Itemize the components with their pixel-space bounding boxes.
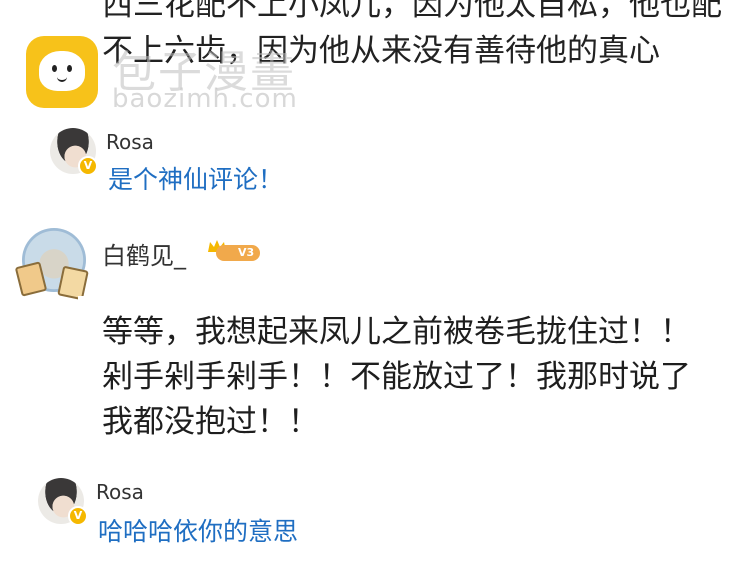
watermark-logo [26,36,98,108]
reply-user-name[interactable]: Rosa [96,480,144,504]
reply-text: 哈哈哈依你的意思 [98,517,299,546]
verified-badge: V [78,156,98,176]
reply-user-name[interactable]: Rosa [106,130,154,154]
level-badge: V3 [216,245,261,261]
bun-icon [39,51,85,91]
reply-text: 是个神仙评论！ [108,165,284,194]
verified-badge: V [68,506,88,526]
watermark-url: baozimh.com [112,84,298,114]
comment-text: 等等，我想起来凤儿之前被卷毛拢住过！！剁手剁手剁手！！不能放过了！我那时说了我都… [102,314,691,440]
comment-user-name[interactable]: 白鹤见_ [102,236,186,271]
